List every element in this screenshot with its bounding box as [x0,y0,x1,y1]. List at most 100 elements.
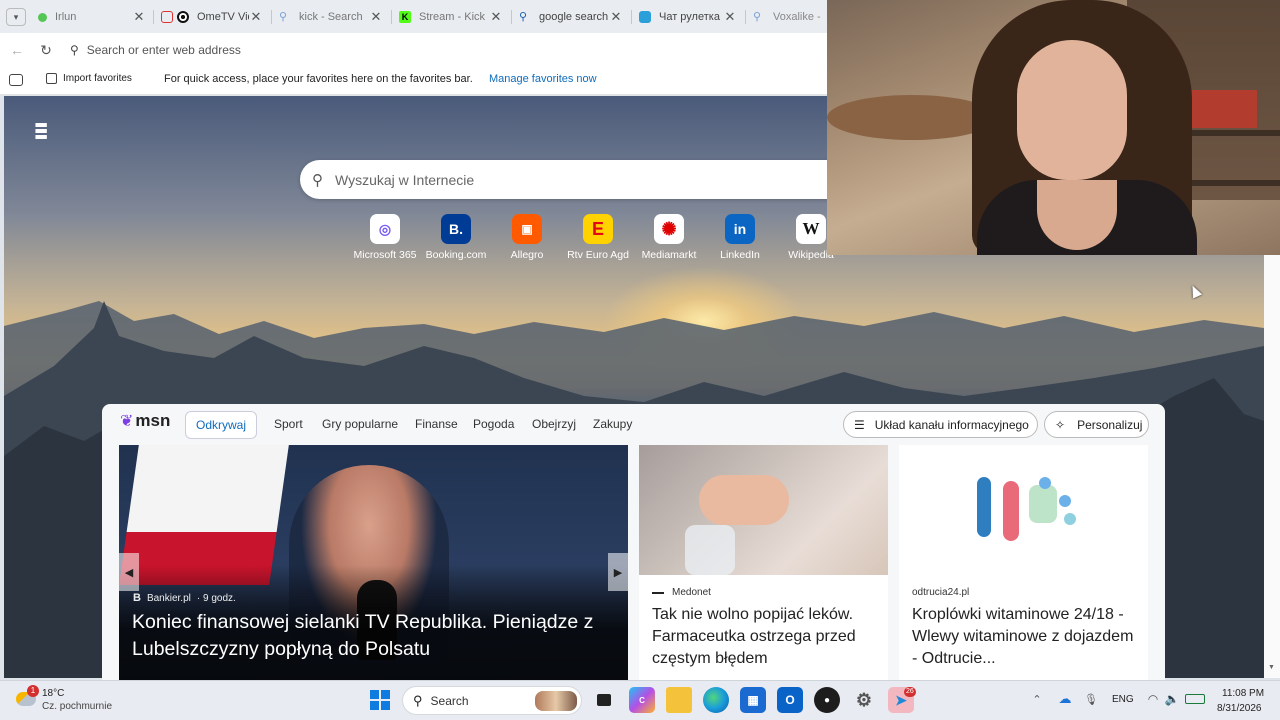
allegro-icon: ▣ [512,214,542,244]
telegram-badge: 26 [904,687,916,697]
close-icon[interactable]: ✕ [489,9,503,25]
tab-actions-icon[interactable]: ▾ [6,8,26,26]
microsoft-store-icon[interactable]: ▦ [740,687,766,713]
mediamarkt-icon: ✺ [654,214,684,244]
clock-date[interactable]: 8/31/2026 [1217,703,1262,714]
tab-irlun[interactable]: Irlun ✕ [32,4,152,30]
nav-odkrywaj[interactable]: Odkrywaj [185,411,258,439]
feed-layout-label: Układ kanału informacyjnego [874,417,1029,432]
search-highlight-image [535,690,577,711]
scroll-down-arrow[interactable]: ▼ [1268,664,1275,671]
search-icon: ⚲ [312,171,323,189]
tab-label: Чат рулетка го [659,11,723,23]
tab-label: google search - [539,11,609,23]
hero-time: · 9 godz. [196,592,236,604]
tab-chat-roulette[interactable]: Чат рулетка го ✕ [633,4,743,30]
tab-kick-stream[interactable]: K Stream - Kick Dr ✕ [393,4,509,30]
rtv-euro-agd-icon: E [583,214,613,244]
shortcut-label: Rtv Euro Agd [567,249,629,261]
recording-icon [177,11,189,23]
favorites-message: For quick access, place your favorites h… [164,73,473,85]
manage-favorites-link[interactable]: Manage favorites now [489,73,597,85]
obs-icon[interactable]: ● [814,687,840,713]
weather-widget[interactable]: 1 18°C Cz. pochmurnie [14,685,124,716]
shortcut-label: Allegro [510,249,544,261]
news-card-image [639,445,888,575]
address-input[interactable]: Search or enter web address [87,43,241,57]
card-source: odtrucia24.pl [912,587,970,598]
back-icon[interactable]: ← [8,41,26,59]
sliders-icon: ☰ [854,417,865,432]
medonet-icon [652,591,664,594]
start-windows-icon[interactable] [370,690,390,710]
nav-obejrzyj[interactable]: Obejrzyj [532,417,576,431]
copilot-icon[interactable]: C [629,687,655,713]
shortcut-linkedin[interactable]: in LinkedIn [705,214,775,261]
tab-kick-search[interactable]: ⚲ kick - Search ✕ [273,4,389,30]
nav-gry-popularne[interactable]: Gry popularne [322,417,398,431]
shortcut-label: Booking.com [425,249,487,261]
card-headline[interactable]: Tak nie wolno popijać leków. Farmaceutka… [652,604,880,670]
onedrive-icon[interactable]: ☁ [1056,691,1074,707]
shortcut-booking[interactable]: B. Booking.com [421,214,491,261]
outlook-icon[interactable]: O [777,687,803,713]
volume-icon[interactable]: 🔈 [1164,691,1180,707]
microphone-icon[interactable]: 🎙 [1084,691,1098,707]
clock-time[interactable]: 11:08 PM [1222,688,1264,699]
import-favorites-button[interactable]: Import favorites [46,73,132,84]
tablet-icon[interactable] [9,74,23,86]
settings-gear-icon[interactable]: ⚙ [851,687,877,713]
task-view-icon[interactable] [591,687,617,713]
card-headline[interactable]: Kroplówki witaminowe 24/18 - Wlewy witam… [912,604,1142,670]
chat-icon [639,11,651,23]
tab-google-search[interactable]: ⚲ google search - ✕ [513,4,629,30]
apps-grid-icon[interactable]: ▪▪▪ ▪▪▪ ▪▪▪ [30,118,50,146]
carousel-next-button[interactable]: ▶ [608,553,628,591]
web-search-box[interactable]: ⚲ Wyszukaj w Internecie [300,160,860,199]
battery-icon[interactable] [1185,694,1205,704]
language-indicator[interactable]: ENG [1112,694,1134,705]
nav-pogoda[interactable]: Pogoda [473,417,514,431]
tab-ometv[interactable]: OmeTV Vid ✕ [155,4,269,30]
kick-icon: K [399,11,411,23]
shortcut-label: Mediamarkt [641,249,697,261]
close-icon[interactable]: ✕ [132,9,146,25]
shortcut-rtv-euro-agd[interactable]: E Rtv Euro Agd [563,214,633,261]
close-icon[interactable]: ✕ [723,9,737,25]
wikipedia-icon: W [796,214,826,244]
wifi-icon[interactable]: ◠ [1145,691,1161,707]
web-search-input[interactable]: Wyszukaj w Internecie [335,172,474,188]
nav-zakupy[interactable]: Zakupy [593,417,632,431]
tab-voxalike[interactable]: ⚲ Voxalike - Se [747,4,827,30]
msn-logo[interactable]: ❦ msn [120,411,170,431]
news-card-medonet[interactable]: Medonet Tak nie wolno popijać leków. Far… [639,445,888,680]
taskbar-search[interactable]: ⚲ Search [402,686,582,715]
edge-icon[interactable] [703,687,729,713]
search-icon: ⚲ [70,43,79,57]
close-icon[interactable]: ✕ [249,9,263,25]
nav-sport[interactable]: Sport [274,417,303,431]
refresh-icon[interactable]: ↻ [37,41,55,59]
hero-source: Bankier.pl [146,592,191,604]
green-dot-icon [38,12,47,22]
shortcut-microsoft-365[interactable]: ◎ Microsoft 365 [350,214,420,261]
search-icon: ⚲ [519,11,528,23]
search-icon: ⚲ [413,692,423,708]
hero-headline[interactable]: Koniec finansowej sielanki TV Republika.… [132,609,622,663]
close-icon[interactable]: ✕ [609,9,623,25]
feed-layout-button[interactable]: ☰ Układ kanału informacyjnego [843,411,1038,438]
personalize-button[interactable]: ✧ Personalizuj [1044,411,1149,438]
carousel-prev-button[interactable]: ◀ [119,553,139,591]
shortcut-allegro[interactable]: ▣ Allegro [492,214,562,261]
weather-desc: Cz. pochmurnie [42,701,113,712]
nav-finanse[interactable]: Finanse [415,417,458,431]
ometv-icon [161,11,173,23]
hero-news-card[interactable]: ◀ ▶ B Bankier.pl · 9 godz. Koniec finans… [119,445,628,680]
address-bar[interactable]: ⚲ Search or enter web address [62,37,832,63]
news-card-odtrucia[interactable]: odtrucia24.pl Kroplówki witaminowe 24/18… [899,445,1148,680]
show-hidden-icons-chevron[interactable]: ⌃ [1030,691,1044,707]
card-source-row: Medonet [652,587,711,598]
shortcut-mediamarkt[interactable]: ✺ Mediamarkt [634,214,704,261]
file-explorer-icon[interactable] [666,687,692,713]
close-icon[interactable]: ✕ [369,9,383,25]
